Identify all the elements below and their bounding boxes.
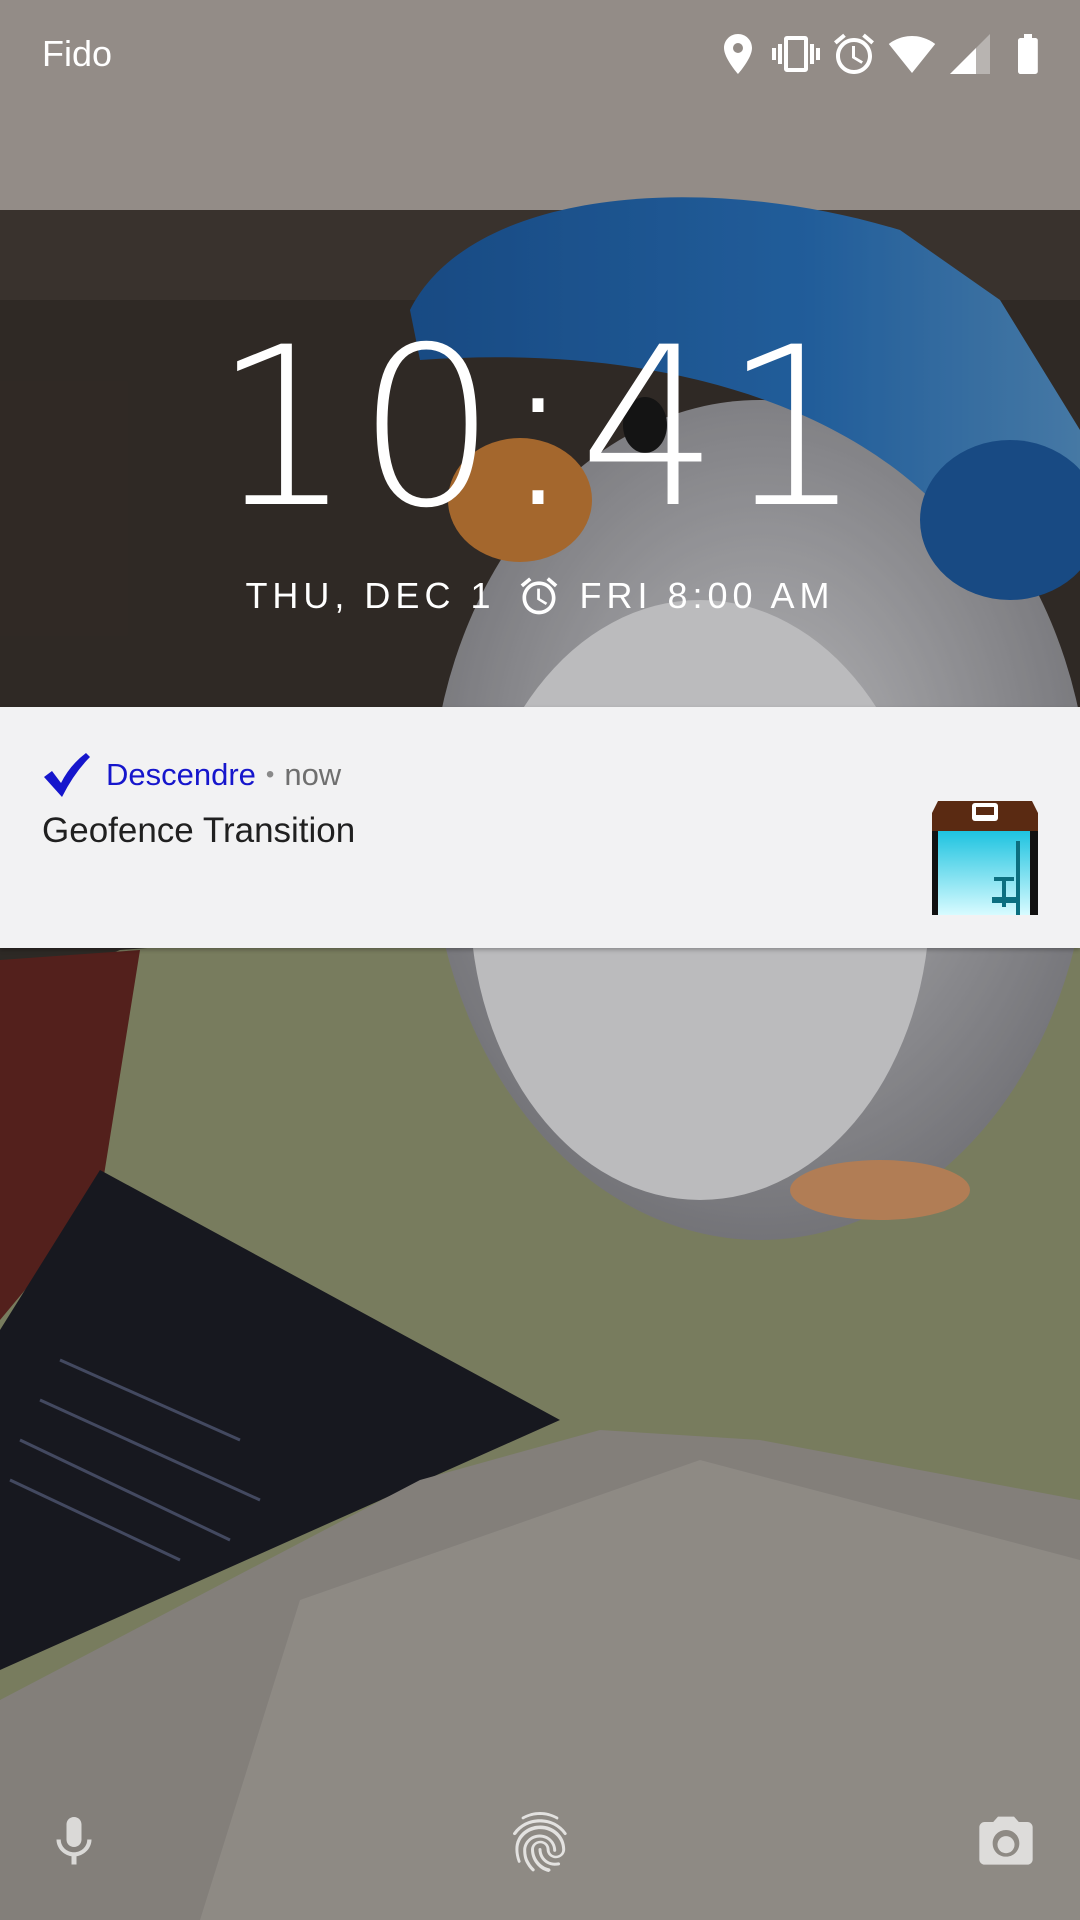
notification-header: Descendre • now — [40, 745, 341, 805]
status-bar: Fido — [0, 0, 1080, 108]
lock-clock: 10:41 — [212, 300, 867, 556]
next-alarm: FRI 8:00 AM — [579, 575, 835, 616]
notification-title: Geofence Transition — [42, 811, 356, 850]
status-icons — [704, 30, 1052, 78]
lock-screen: Fido 10:41 THU, DEC 1 FRI 8:00 AM Descen… — [0, 0, 1080, 1920]
checkmark-icon — [44, 753, 90, 797]
date-alarm-line: THU, DEC 1 FRI 8:00 AM — [0, 570, 1080, 622]
battery-icon — [1018, 34, 1038, 74]
notification-card[interactable]: Descendre • now Geofence Transition — [0, 707, 1080, 948]
carrier-name: Fido — [42, 33, 113, 74]
alarm-icon — [521, 577, 558, 615]
microphone-icon[interactable] — [44, 1812, 104, 1872]
vibrate-icon — [772, 36, 820, 72]
location-icon — [724, 34, 752, 74]
alarm-icon — [834, 33, 874, 74]
app-name: Descendre — [106, 757, 256, 792]
elevator-icon — [932, 801, 1038, 915]
camera-icon[interactable] — [974, 1814, 1038, 1870]
lock-date: THU, DEC 1 — [245, 575, 496, 616]
notification-time: now — [284, 757, 342, 792]
wallpaper-scrim — [0, 0, 1080, 1920]
wifi-icon — [888, 36, 936, 73]
header-separator: • — [265, 761, 275, 788]
cell-signal-icon — [950, 34, 990, 74]
fingerprint-icon[interactable] — [504, 1804, 576, 1880]
